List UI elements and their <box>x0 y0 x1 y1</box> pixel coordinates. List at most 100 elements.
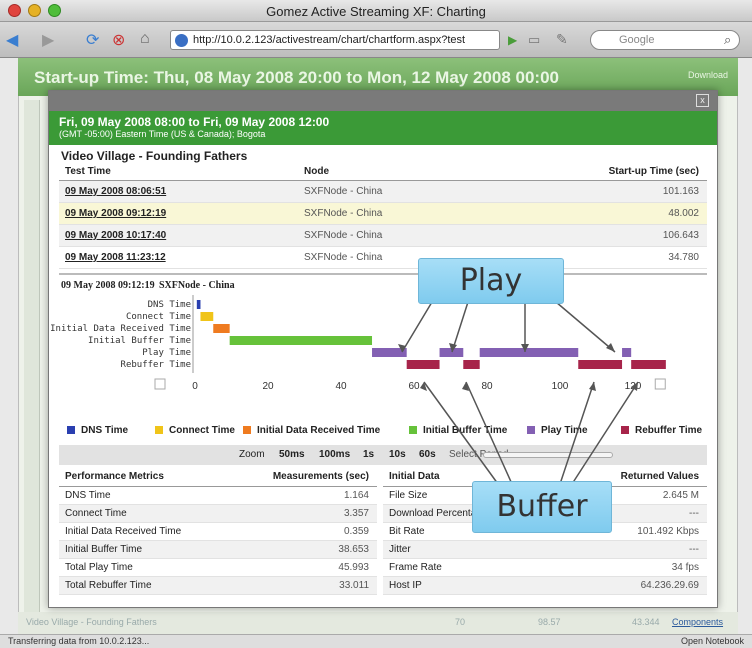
legend-item: Initial Buffer Time <box>409 425 507 436</box>
table-row: 09 May 2008 10:17:40 SXFNode - China 106… <box>59 225 707 247</box>
bar-play-time <box>479 348 579 357</box>
metric-name: DNS Time <box>65 490 111 501</box>
legend-swatch <box>155 426 163 434</box>
metric-value: 45.993 <box>338 562 369 573</box>
search-placeholder: Google <box>619 34 655 46</box>
back-arrow-icon[interactable]: ◀ <box>6 30 18 50</box>
metric-row: Initial Data Received Time 0.359 <box>59 523 377 541</box>
url-text: http://10.0.2.123/activestream/chart/cha… <box>193 34 466 46</box>
bookmark-icon[interactable]: ▭ <box>528 32 540 48</box>
legend-label: DNS Time <box>81 425 129 436</box>
legend-item: Connect Time <box>155 425 235 436</box>
metric-name: Total Play Time <box>65 562 133 573</box>
data-value: 34 fps <box>671 562 699 573</box>
download-link[interactable]: Download <box>688 70 728 80</box>
metric-row: Connect Time 3.357 <box>59 505 377 523</box>
status-bar: Transferring data from 10.0.2.123... Ope… <box>0 634 752 648</box>
table-row: 09 May 2008 11:23:12 SXFNode - China 34.… <box>59 247 707 269</box>
scroll-left-button <box>154 378 166 390</box>
window-titlebar: Gomez Active Streaming XF: Charting <box>0 0 752 22</box>
test-time-link[interactable]: 09 May 2008 09:12:19 <box>65 208 166 219</box>
data-value: 64.236.29.69 <box>640 580 699 591</box>
reload-icon[interactable]: ⟳ <box>86 30 99 50</box>
metric-row: Initial Buffer Time 38.653 <box>59 541 377 559</box>
page-footer-row: Video Village - Founding Fathers 70 98.5… <box>18 612 738 634</box>
col-header-test-time: Test Time <box>65 166 111 177</box>
bar-rebuffer-time <box>578 360 623 369</box>
zoom-1s-button[interactable]: 1s <box>363 449 374 460</box>
metric-row: Total Rebuffer Time 33.011 <box>59 577 377 595</box>
chart-header-time: 09 May 2008 09:12:19 <box>61 280 155 291</box>
category-label: Rebuffer Time <box>121 360 191 370</box>
zoom-label: Zoom <box>239 449 265 460</box>
data-row: Jitter --- <box>383 541 707 559</box>
buffer-callout: Buffer <box>472 481 612 533</box>
zoom-bar: Zoom 50ms 100ms 1s 10s 60s Select Period <box>59 445 707 465</box>
tools-icon[interactable]: ✎ <box>556 31 568 48</box>
node-cell: SXFNode - China <box>304 230 383 241</box>
test-time-link[interactable]: 09 May 2008 10:17:40 <box>65 230 166 241</box>
search-icon[interactable]: ⌕ <box>724 32 731 48</box>
table-row-selected: 09 May 2008 09:12:19 SXFNode - China 48.… <box>59 203 707 225</box>
initial-data-header-left: Initial Data <box>389 471 440 482</box>
zoom-50ms-button[interactable]: 50ms <box>279 449 305 460</box>
initial-data-header-right: Returned Values <box>620 471 699 482</box>
go-icon[interactable]: ▶ <box>508 33 517 47</box>
category-label: Initial Buffer Time <box>88 336 191 346</box>
modal-date-header: Fri, 09 May 2008 08:00 to Fri, 09 May 20… <box>49 111 717 145</box>
data-row: Frame Rate 34 fps <box>383 559 707 577</box>
category-label: Initial Data Received Time <box>50 324 191 334</box>
test-time-link[interactable]: 09 May 2008 11:23:12 <box>65 252 166 263</box>
zoom-10s-button[interactable]: 10s <box>389 449 406 460</box>
zoom-60s-button[interactable]: 60s <box>419 449 436 460</box>
open-notebook-button[interactable]: Open Notebook <box>681 636 744 646</box>
browser-toolbar: ◀ ▶ ⟳ ⊗ ⌂ http://10.0.2.123/activestream… <box>0 22 752 58</box>
zoom-100ms-button[interactable]: 100ms <box>319 449 350 460</box>
metric-value: 33.011 <box>339 580 369 591</box>
data-value: --- <box>689 508 699 519</box>
col-header-node: Node <box>304 166 329 177</box>
forward-arrow-icon[interactable]: ▶ <box>42 30 54 50</box>
footer-row-v1: 70 <box>455 617 466 627</box>
footer-components-link[interactable]: Components <box>672 617 723 627</box>
search-field[interactable]: Google <box>590 30 740 50</box>
category-label: DNS Time <box>148 300 191 310</box>
footer-row-v3: 43.344 <box>632 617 660 627</box>
globe-icon <box>175 34 188 47</box>
test-time-link[interactable]: 09 May 2008 08:06:51 <box>65 186 166 197</box>
metrics-header: Performance Metrics Measurements (sec) <box>59 469 377 487</box>
data-value: 101.492 Kbps <box>637 526 699 537</box>
close-icon[interactable]: x <box>696 94 709 107</box>
metric-value: 0.359 <box>343 526 369 537</box>
col-header-startup: Start-up Time (sec) <box>608 166 699 177</box>
data-name: Jitter <box>389 544 411 555</box>
x-tick-label: 80 <box>481 381 493 392</box>
legend-item: DNS Time <box>67 425 128 436</box>
performance-metrics-table: Performance Metrics Measurements (sec) D… <box>59 469 377 595</box>
data-row: Host IP 64.236.29.69 <box>383 577 707 595</box>
stop-icon[interactable]: ⊗ <box>112 30 125 50</box>
startup-cell: 101.163 <box>662 186 699 197</box>
gantt-chart: DNS Time Connect Time Initial Data Receive… <box>50 295 666 392</box>
footer-row-name: Video Village - Founding Fathers <box>26 617 157 627</box>
bar-play-time <box>439 348 464 357</box>
metric-name: Connect Time <box>65 508 127 519</box>
legend-swatch <box>621 426 629 434</box>
node-cell: SXFNode - China <box>304 252 383 263</box>
legend-label: Play Time <box>541 425 588 436</box>
metrics-header-left: Performance Metrics <box>65 471 164 482</box>
bar-play-time <box>372 348 407 357</box>
data-name: Host IP <box>389 580 422 591</box>
legend-swatch <box>409 426 417 434</box>
data-value: --- <box>689 544 699 555</box>
page-title: Start-up Time: Thu, 08 May 2008 20:00 to… <box>34 68 559 87</box>
period-slider[interactable] <box>483 452 613 458</box>
table-row: 09 May 2008 08:06:51 SXFNode - China 101… <box>59 181 707 203</box>
metric-name: Initial Buffer Time <box>65 544 143 555</box>
home-icon[interactable]: ⌂ <box>140 30 150 48</box>
metric-name: Total Rebuffer Time <box>65 580 152 591</box>
startup-cell: 106.643 <box>662 230 699 241</box>
scroll-right-button <box>654 378 666 390</box>
bar-rebuffer-time <box>631 360 666 369</box>
address-bar[interactable]: http://10.0.2.123/activestream/chart/cha… <box>170 30 500 50</box>
